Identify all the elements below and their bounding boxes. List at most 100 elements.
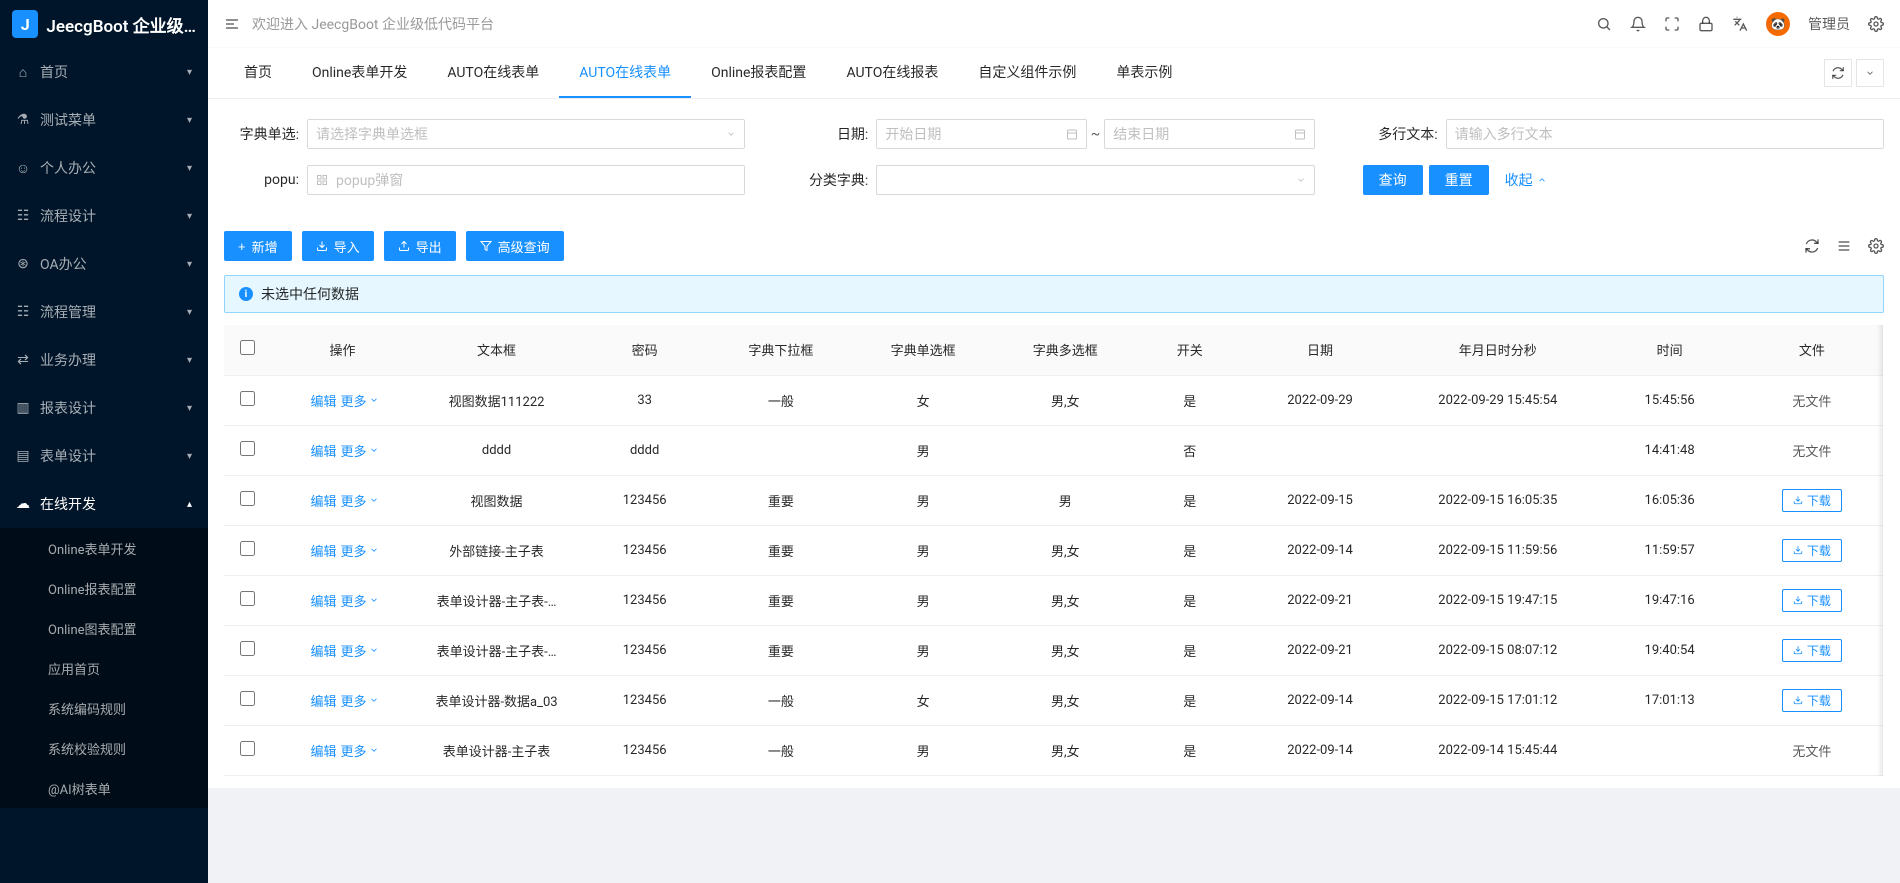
search-icon[interactable]	[1596, 16, 1612, 32]
gear-icon[interactable]	[1868, 238, 1884, 254]
chevron-down-icon	[369, 745, 379, 755]
sidebar-subitem[interactable]: 应用首页	[0, 648, 208, 688]
edit-link[interactable]: 编辑	[310, 545, 336, 560]
tab-refresh-icon[interactable]	[1824, 59, 1852, 87]
cell-date: 2022-09-21	[1243, 625, 1397, 675]
sidebar-subitem[interactable]: 系统校验规则	[0, 728, 208, 768]
add-button[interactable]: +新增	[224, 231, 292, 261]
popu-input[interactable]: popup弹窗	[307, 165, 745, 195]
more-link[interactable]: 更多	[340, 591, 378, 610]
tab[interactable]: 单表示例	[1096, 48, 1192, 98]
sidebar-item-online[interactable]: ☁在线开发▴	[0, 480, 208, 528]
edit-link[interactable]: 编辑	[310, 395, 336, 410]
edit-link[interactable]: 编辑	[310, 495, 336, 510]
sidebar-item[interactable]: ☷流程设计▾	[0, 192, 208, 240]
sidebar-item[interactable]: ⚗测试菜单▾	[0, 96, 208, 144]
more-link[interactable]: 更多	[340, 541, 378, 560]
sidebar-item-label: 首页	[40, 62, 68, 82]
menu-fold-icon[interactable]	[224, 16, 240, 32]
date-start-input[interactable]: 开始日期	[876, 119, 1086, 149]
edit-link[interactable]: 编辑	[310, 695, 336, 710]
cell-radio: 男	[852, 525, 994, 575]
sidebar-subitem[interactable]: @AI树表单	[0, 768, 208, 808]
settings-icon[interactable]	[1868, 16, 1884, 32]
avatar[interactable]: 🐼	[1766, 12, 1790, 36]
sidebar-subitem[interactable]: 系统编码规则	[0, 688, 208, 728]
sidebar-item[interactable]: ☷流程管理▾	[0, 288, 208, 336]
dict-category-select[interactable]	[876, 165, 1314, 195]
row-checkbox[interactable]	[240, 591, 255, 606]
density-icon[interactable]	[1836, 238, 1852, 254]
bell-icon[interactable]	[1630, 16, 1646, 32]
header-user[interactable]: 管理员	[1808, 14, 1850, 34]
table-refresh-icon[interactable]	[1804, 238, 1820, 254]
edit-link[interactable]: 编辑	[310, 595, 336, 610]
edit-link[interactable]: 编辑	[310, 645, 336, 660]
row-checkbox[interactable]	[240, 541, 255, 556]
fullscreen-icon[interactable]	[1664, 16, 1680, 32]
row-checkbox[interactable]	[240, 491, 255, 506]
cell-multi: 男	[994, 475, 1136, 525]
more-link[interactable]: 更多	[340, 491, 378, 510]
table-row: 编辑更多表单设计器-数据a_03123456一般女男,女是2022-09-142…	[224, 675, 1883, 725]
row-checkbox[interactable]	[240, 691, 255, 706]
export-button[interactable]: 导出	[384, 231, 456, 261]
sidebar-subitem[interactable]: Online表单开发	[0, 528, 208, 568]
cloud-icon: ☁	[16, 496, 30, 512]
tab-more-icon[interactable]	[1856, 59, 1884, 87]
sidebar-subitem[interactable]: Online报表配置	[0, 568, 208, 608]
download-button[interactable]: 下载	[1782, 539, 1842, 562]
sidebar-item[interactable]: ⌂首页▾	[0, 48, 208, 96]
sidebar-item-label: 测试菜单	[40, 110, 96, 130]
user-icon: ☺	[16, 160, 30, 177]
more-link[interactable]: 更多	[340, 441, 378, 460]
download-button[interactable]: 下载	[1782, 489, 1842, 512]
tab[interactable]: Online表单开发	[292, 48, 427, 98]
sidebar-item[interactable]: ▥报表设计▾	[0, 384, 208, 432]
tab[interactable]: Online报表配置	[691, 48, 826, 98]
chevron-down-icon: ▾	[187, 307, 192, 318]
query-button[interactable]: 查询	[1363, 165, 1423, 195]
row-checkbox[interactable]	[240, 441, 255, 456]
more-link[interactable]: 更多	[340, 391, 378, 410]
date-end-input[interactable]: 结束日期	[1104, 119, 1314, 149]
row-checkbox[interactable]	[240, 391, 255, 406]
tab[interactable]: 首页	[224, 48, 292, 98]
download-button[interactable]: 下载	[1782, 589, 1842, 612]
collapse-link[interactable]: 收起	[1505, 170, 1547, 190]
adv-query-button[interactable]: 高级查询	[466, 231, 564, 261]
multiline-input[interactable]	[1446, 119, 1884, 149]
cell-file: 下载	[1741, 475, 1883, 525]
column-header: 密码	[579, 325, 709, 375]
select-all-checkbox[interactable]	[240, 340, 255, 355]
chevron-down-icon	[369, 395, 379, 405]
sidebar-item[interactable]: ⇄业务办理▾	[0, 336, 208, 384]
edit-link[interactable]: 编辑	[310, 745, 336, 760]
sidebar-item[interactable]: ☺个人办公▾	[0, 144, 208, 192]
language-icon[interactable]	[1732, 16, 1748, 32]
column-header: 开关	[1136, 325, 1243, 375]
reset-button[interactable]: 重置	[1429, 165, 1489, 195]
more-link[interactable]: 更多	[340, 741, 378, 760]
import-icon	[316, 240, 328, 252]
row-checkbox[interactable]	[240, 641, 255, 656]
tab[interactable]: 自定义组件示例	[958, 48, 1096, 98]
sidebar-item[interactable]: ⊛OA办公▾	[0, 240, 208, 288]
tab[interactable]: AUTO在线表单	[427, 48, 559, 98]
tab[interactable]: AUTO在线表单	[559, 48, 691, 98]
sidebar-subitem[interactable]: Online图表配置	[0, 608, 208, 648]
chevron-up-icon: ▴	[187, 499, 192, 510]
download-button[interactable]: 下载	[1782, 689, 1842, 712]
sidebar-item-label: 流程设计	[40, 206, 96, 226]
no-file-text: 无文件	[1792, 395, 1831, 410]
import-button[interactable]: 导入	[302, 231, 374, 261]
lock-icon[interactable]	[1698, 16, 1714, 32]
tab[interactable]: AUTO在线报表	[826, 48, 958, 98]
dict-radio-select[interactable]: 请选择字典单选框	[307, 119, 745, 149]
more-link[interactable]: 更多	[340, 691, 378, 710]
sidebar-item[interactable]: ▤表单设计▾	[0, 432, 208, 480]
more-link[interactable]: 更多	[340, 641, 378, 660]
edit-link[interactable]: 编辑	[310, 445, 336, 460]
download-button[interactable]: 下载	[1782, 639, 1842, 662]
row-checkbox[interactable]	[240, 741, 255, 756]
